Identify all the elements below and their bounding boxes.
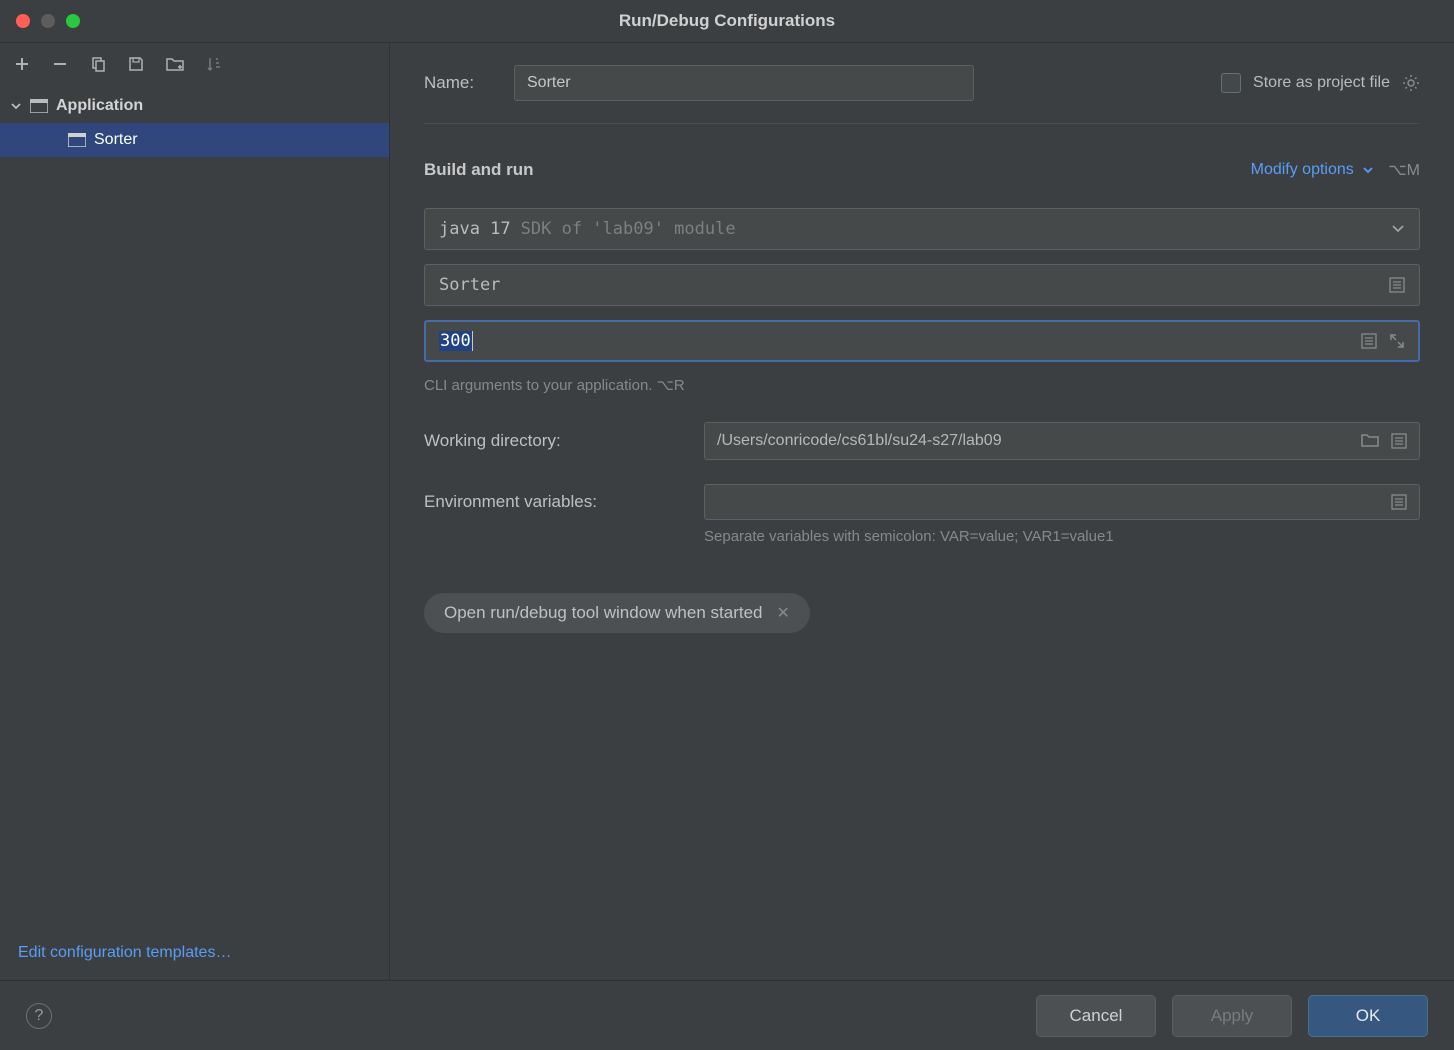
sort-config-button[interactable] bbox=[206, 56, 222, 72]
gear-icon[interactable] bbox=[1402, 74, 1420, 92]
save-config-button[interactable] bbox=[128, 56, 144, 72]
program-arguments-value: 300 bbox=[439, 331, 472, 351]
env-vars-input[interactable] bbox=[704, 484, 1420, 520]
folder-icon[interactable] bbox=[1361, 433, 1379, 449]
help-button[interactable]: ? bbox=[26, 1003, 52, 1029]
expand-icon[interactable] bbox=[1389, 333, 1405, 349]
main-class-input[interactable]: Sorter bbox=[424, 264, 1420, 306]
config-tree: Application Sorter bbox=[0, 85, 389, 926]
divider bbox=[424, 123, 1420, 124]
name-input[interactable] bbox=[514, 65, 974, 101]
cli-hint: CLI arguments to your application. ⌥R bbox=[424, 376, 1420, 394]
sidebar: Application Sorter Edit configuration te… bbox=[0, 43, 390, 980]
list-icon[interactable] bbox=[1361, 333, 1377, 349]
minimize-window-button[interactable] bbox=[41, 14, 55, 28]
modify-options-link[interactable]: Modify options bbox=[1251, 161, 1375, 179]
titlebar: Run/Debug Configurations bbox=[0, 0, 1454, 42]
chevron-down-icon bbox=[10, 100, 22, 112]
window-controls bbox=[16, 14, 80, 28]
list-icon[interactable] bbox=[1391, 433, 1407, 449]
folder-config-button[interactable] bbox=[166, 56, 184, 72]
jdk-selector[interactable]: java 17 SDK of 'lab09' module bbox=[424, 208, 1420, 250]
dialog-footer: ? Cancel Apply OK bbox=[0, 980, 1454, 1050]
maximize-window-button[interactable] bbox=[66, 14, 80, 28]
remove-config-button[interactable] bbox=[52, 56, 68, 72]
ok-button[interactable]: OK bbox=[1308, 995, 1428, 1037]
list-icon[interactable] bbox=[1389, 277, 1405, 293]
application-icon bbox=[68, 133, 86, 147]
build-run-section-title: Build and run bbox=[424, 160, 534, 180]
main-panel: Name: Store as project file Build and ru… bbox=[390, 43, 1454, 980]
cancel-button[interactable]: Cancel bbox=[1036, 995, 1156, 1037]
main-class-value: Sorter bbox=[439, 275, 500, 295]
apply-button[interactable]: Apply bbox=[1172, 995, 1292, 1037]
tree-node-application[interactable]: Application bbox=[0, 89, 389, 123]
chevron-down-icon bbox=[1391, 224, 1405, 234]
working-directory-input[interactable]: /Users/conricode/cs61bl/su24-s27/lab09 bbox=[704, 422, 1420, 460]
modify-options-shortcut: ⌥M bbox=[1388, 160, 1420, 180]
sidebar-toolbar bbox=[0, 43, 389, 85]
tree-node-label: Sorter bbox=[94, 131, 138, 149]
program-arguments-input[interactable]: 300 bbox=[424, 320, 1420, 362]
env-vars-label: Environment variables: bbox=[424, 492, 704, 512]
tree-node-label: Application bbox=[56, 97, 143, 115]
store-as-project-checkbox[interactable] bbox=[1221, 73, 1241, 93]
close-window-button[interactable] bbox=[16, 14, 30, 28]
window-title: Run/Debug Configurations bbox=[16, 11, 1438, 31]
working-directory-value: /Users/conricode/cs61bl/su24-s27/lab09 bbox=[717, 432, 1002, 450]
name-label: Name: bbox=[424, 73, 494, 93]
copy-config-button[interactable] bbox=[90, 56, 106, 72]
option-chip-label: Open run/debug tool window when started bbox=[444, 603, 762, 623]
add-config-button[interactable] bbox=[14, 56, 30, 72]
option-chip[interactable]: Open run/debug tool window when started … bbox=[424, 593, 810, 633]
working-directory-label: Working directory: bbox=[424, 431, 704, 451]
env-hint: Separate variables with semicolon: VAR=v… bbox=[704, 528, 1420, 545]
edit-templates-link[interactable]: Edit configuration templates… bbox=[18, 944, 231, 961]
jdk-sub-label: SDK of 'lab09' module bbox=[521, 219, 736, 239]
text-caret bbox=[472, 331, 473, 351]
list-icon[interactable] bbox=[1391, 494, 1407, 510]
tree-node-sorter[interactable]: Sorter bbox=[0, 123, 389, 157]
chevron-down-icon bbox=[1362, 165, 1374, 175]
jdk-main-label: java 17 bbox=[439, 219, 511, 239]
application-icon bbox=[30, 99, 48, 113]
store-as-project-label: Store as project file bbox=[1253, 74, 1390, 92]
remove-chip-icon[interactable]: ✕ bbox=[776, 603, 789, 623]
